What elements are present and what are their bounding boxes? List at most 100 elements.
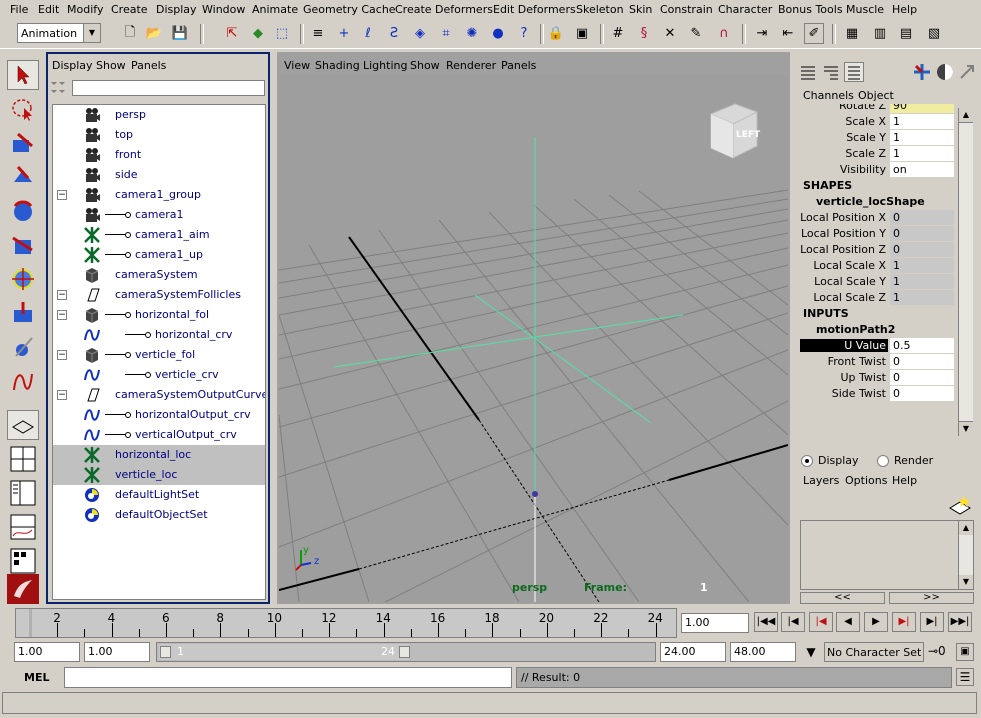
layer-list-scrollbar[interactable]: ▲ ▼: [958, 521, 973, 589]
outliner-search-field[interactable]: [72, 80, 265, 96]
animation-end-field[interactable]: 48.00: [730, 642, 796, 662]
auto-key-icon[interactable]: ⊸0: [928, 644, 952, 660]
attribute-editor-icon[interactable]: [912, 62, 932, 82]
snap-view-plane-icon[interactable]: ✎: [686, 23, 706, 44]
channel-label[interactable]: Local Position X: [800, 211, 886, 224]
rotate-tool-icon[interactable]: [7, 196, 39, 226]
outliner-row[interactable]: defaultLightSet: [53, 485, 265, 505]
channel-row[interactable]: Side Twist 0: [800, 386, 955, 402]
render-icon[interactable]: ▥: [870, 23, 890, 44]
outliner-row[interactable]: verticalOutput_crv: [53, 425, 265, 445]
outliner-row[interactable]: − cameraSystemOutputCurves: [53, 385, 265, 405]
select-handles-icon[interactable]: ℓ: [358, 23, 378, 44]
command-input[interactable]: [64, 667, 512, 688]
select-by-component-icon[interactable]: ⬚: [272, 23, 292, 44]
channel-label[interactable]: Visibility: [840, 163, 886, 176]
animation-start-field[interactable]: 1.00: [14, 642, 80, 662]
playback-start-field[interactable]: 1.00: [84, 642, 150, 662]
channel-box-scrollbar[interactable]: ▲ ▼: [958, 108, 973, 436]
select-by-hierarchy-icon[interactable]: ⇱: [222, 23, 242, 44]
animation-preferences-icon[interactable]: ▣: [956, 643, 974, 661]
play-forwards-icon[interactable]: ▶: [864, 612, 888, 632]
time-ruler[interactable]: 2 4 6 8 10 12 14 16 18 20 22 24: [15, 608, 677, 638]
outliner-row[interactable]: − camera1_group: [53, 185, 265, 205]
menu-file[interactable]: File: [10, 3, 28, 16]
snap-curve-icon[interactable]: §: [634, 23, 654, 44]
render-layer-radio[interactable]: [877, 455, 889, 467]
channel-value-field[interactable]: 0: [890, 386, 954, 401]
channel-label[interactable]: Side Twist: [832, 387, 886, 400]
character-set-field[interactable]: No Character Set: [824, 642, 924, 662]
menu-create-deformers[interactable]: Create Deformers: [395, 3, 493, 16]
channel-value-field[interactable]: 1: [890, 290, 954, 305]
input-node-name[interactable]: motionPath2: [816, 323, 895, 336]
channel-box-tab-object[interactable]: Object: [858, 89, 894, 102]
make-live-icon[interactable]: ∩: [714, 23, 734, 44]
channel-box-layout-icon[interactable]: [799, 64, 817, 80]
channel-row[interactable]: Scale Y 1: [800, 130, 955, 146]
viewport-menu-view[interactable]: View: [284, 59, 310, 72]
select-curves-icon[interactable]: ◈: [410, 23, 430, 44]
channel-row[interactable]: Up Twist 0: [800, 370, 955, 386]
select-joints-icon[interactable]: Ƨ: [384, 23, 404, 44]
channel-label[interactable]: Local Scale X: [813, 259, 886, 272]
step-forward-key-icon[interactable]: ▶|: [892, 612, 916, 632]
toggle-tool-settings-icon[interactable]: [957, 62, 977, 82]
construction-history-icon[interactable]: ✐: [804, 23, 824, 44]
help-icon[interactable]: ?: [514, 23, 534, 44]
outliner-row[interactable]: − cameraSystemFollicles: [53, 285, 265, 305]
paint-select-tool-icon[interactable]: [7, 128, 39, 158]
channel-value-field[interactable]: 0: [890, 354, 954, 369]
save-scene-icon[interactable]: 💾: [170, 23, 190, 44]
outliner-row[interactable]: defaultObjectSet: [53, 505, 265, 525]
channel-row[interactable]: Rotate Z 90: [800, 104, 955, 114]
mode-selector[interactable]: Animation ▼: [17, 23, 101, 43]
channel-value-field[interactable]: 0.5: [890, 338, 954, 353]
channel-value-field[interactable]: 1: [890, 146, 954, 161]
channel-box-layers-icon[interactable]: [844, 62, 864, 82]
channel-row[interactable]: Local Scale X 1: [800, 258, 955, 274]
channel-label[interactable]: U Value: [800, 339, 888, 352]
viewport-menu-renderer[interactable]: Renderer: [446, 59, 496, 72]
menu-constrain[interactable]: Constrain: [660, 3, 713, 16]
display-layer-radio[interactable]: [801, 455, 813, 467]
channel-row[interactable]: Scale Z 1: [800, 146, 955, 162]
attribute-editor-layout-icon[interactable]: [822, 64, 840, 80]
menu-edit-deformers[interactable]: Edit Deformers: [493, 3, 576, 16]
range-end-handle[interactable]: [399, 646, 410, 658]
menu-geometry-cache[interactable]: Geometry Cache: [303, 3, 396, 16]
outliner-row[interactable]: front: [53, 145, 265, 165]
viewport-menu-lighting[interactable]: Lighting: [363, 59, 407, 72]
channel-value-field[interactable]: 90: [890, 104, 954, 113]
four-view-layout-icon[interactable]: [7, 444, 39, 474]
new-layer-icon[interactable]: [947, 492, 973, 516]
select-mask-icon[interactable]: ≡: [308, 23, 328, 44]
outliner-row[interactable]: horizontal_loc: [53, 445, 265, 465]
input-ops-icon[interactable]: ⇥: [752, 23, 772, 44]
shape-node-name[interactable]: verticle_locShape: [816, 195, 925, 208]
open-scene-icon[interactable]: 📂: [144, 23, 164, 44]
channel-value-field[interactable]: 1: [890, 274, 954, 289]
channel-value-field[interactable]: on: [890, 162, 954, 177]
channel-value-field[interactable]: 1: [890, 130, 954, 145]
graph-layout-icon[interactable]: [7, 512, 39, 542]
menu-animate[interactable]: Animate: [252, 3, 298, 16]
menu-edit[interactable]: Edit: [38, 3, 59, 16]
menu-character[interactable]: Character: [718, 3, 772, 16]
channel-label[interactable]: Local Scale Y: [814, 275, 886, 288]
scroll-up-icon[interactable]: ▲: [959, 521, 973, 535]
menu-display[interactable]: Display: [156, 3, 197, 16]
channel-row[interactable]: Local Position X 0: [800, 210, 955, 226]
hypershade-layout-icon[interactable]: [7, 546, 39, 576]
collapse-toggle-icon[interactable]: −: [57, 290, 67, 300]
outliner-menu-panels[interactable]: Panels: [131, 59, 166, 72]
move-tool-icon[interactable]: [7, 162, 39, 192]
single-perspective-layout-icon[interactable]: [7, 410, 39, 440]
outliner-row[interactable]: camera1_up: [53, 245, 265, 265]
step-forward-frame-icon[interactable]: ▶|: [920, 612, 944, 632]
channel-label[interactable]: Local Position Y: [801, 227, 886, 240]
step-back-frame-icon[interactable]: |◀: [781, 612, 805, 632]
outliner-row[interactable]: verticle_loc: [53, 465, 265, 485]
channel-value-field[interactable]: 0: [890, 242, 954, 257]
outliner-row[interactable]: horizontalOutput_crv: [53, 405, 265, 425]
